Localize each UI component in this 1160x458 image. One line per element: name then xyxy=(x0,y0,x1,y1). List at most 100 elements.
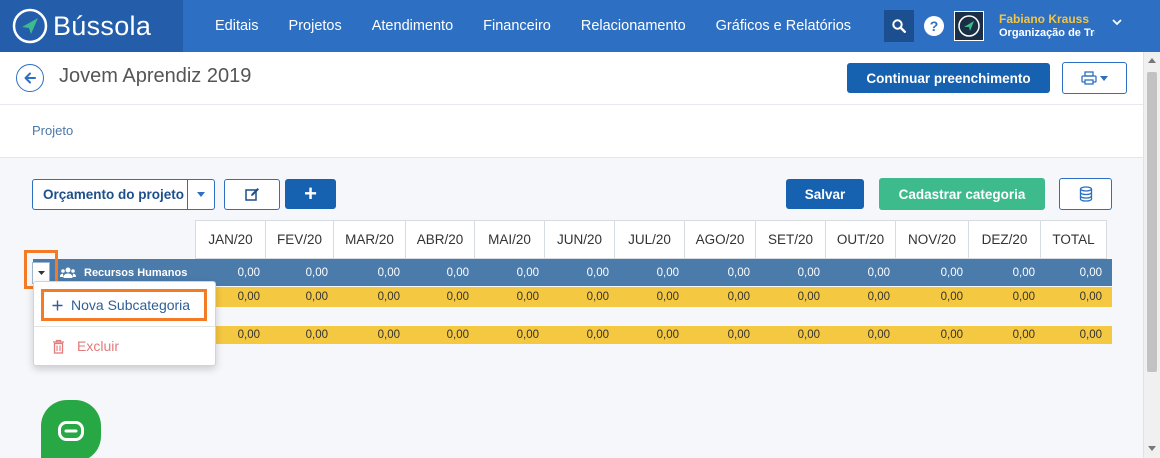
cell-value: 0,00 xyxy=(377,266,400,279)
cell-value: 0,00 xyxy=(1012,266,1035,279)
chevron-down-icon[interactable] xyxy=(1112,18,1122,26)
cell-value: 0,00 xyxy=(797,266,820,279)
page-title: Jovem Aprendiz 2019 xyxy=(59,65,252,87)
nav-editais[interactable]: Editais xyxy=(200,18,274,34)
column-header: OUT/20 xyxy=(826,221,896,258)
arrow-left-icon xyxy=(24,72,36,84)
register-category-button[interactable]: Cadastrar categoria xyxy=(879,178,1045,210)
edit-button[interactable] xyxy=(224,179,280,210)
column-header: TOTAL xyxy=(1052,232,1095,247)
vertical-scrollbar[interactable] xyxy=(1143,52,1160,458)
brand-name: Bússola xyxy=(53,10,152,41)
chat-icon xyxy=(58,421,84,441)
cell-value: 0,00 xyxy=(867,266,890,279)
header-divider xyxy=(0,104,1143,105)
help-icon[interactable]: ? xyxy=(924,16,944,36)
database-button[interactable] xyxy=(1059,178,1112,210)
back-button[interactable] xyxy=(16,64,44,92)
top-navbar: Bússola Editais Projetos Atendimento Fin… xyxy=(0,0,1160,52)
cell-value: 0,00 xyxy=(867,329,890,341)
cell-value: 0,00 xyxy=(305,329,328,341)
column-header: DEZ/20 xyxy=(969,221,1041,258)
cell-value: 0,00 xyxy=(1079,266,1102,279)
cell-value: 0,00 xyxy=(446,329,469,341)
cell-value: 0,00 xyxy=(867,291,890,303)
cell-value: 0,00 xyxy=(656,329,679,341)
add-button[interactable]: + xyxy=(285,179,336,209)
menu-item-delete[interactable]: Excluir xyxy=(52,338,119,354)
category-label: Recursos Humanos xyxy=(84,266,188,279)
edit-icon xyxy=(244,188,259,201)
continue-filling-button[interactable]: Continuar preenchimento xyxy=(847,63,1050,93)
cell-value: 0,00 xyxy=(516,291,539,303)
menu-divider xyxy=(34,326,215,327)
menu-item-label: Nova Subcategoria xyxy=(71,297,191,313)
cell-value: 0,00 xyxy=(1012,291,1035,303)
menu-item-label: Excluir xyxy=(77,338,120,354)
cell-value: 0,00 xyxy=(305,266,328,279)
caret-down-icon xyxy=(37,271,45,275)
cell-value: 0,00 xyxy=(727,329,750,341)
row-actions-menu: Nova Subcategoria Excluir xyxy=(33,281,216,366)
users-icon xyxy=(60,267,76,278)
row-values: 0,00 0,00 0,00 0,00 0,00 0,00 0,00 0,00 … xyxy=(195,326,1107,344)
nav-atendimento[interactable]: Atendimento xyxy=(357,18,468,34)
scroll-thumb[interactable] xyxy=(1147,72,1157,372)
main-nav: Editais Projetos Atendimento Financeiro … xyxy=(200,0,866,52)
column-header: SET/20 xyxy=(756,221,826,258)
nav-projetos[interactable]: Projetos xyxy=(274,18,357,34)
cell-value: 0,00 xyxy=(1079,291,1102,303)
cell-value: 0,00 xyxy=(940,329,963,341)
search-icon xyxy=(892,19,906,33)
brand[interactable]: Bússola xyxy=(0,0,183,52)
nav-relacionamento[interactable]: Relacionamento xyxy=(566,18,701,34)
database-icon xyxy=(1079,186,1092,202)
save-button[interactable]: Salvar xyxy=(786,179,864,209)
row-values: 0,00 0,00 0,00 0,00 0,00 0,00 0,00 0,00 … xyxy=(195,259,1107,286)
cell-value: 0,00 xyxy=(1012,329,1035,341)
cell-value: 0,00 xyxy=(377,291,400,303)
column-header: NOV/20 xyxy=(896,221,969,258)
cell-value: 0,00 xyxy=(656,291,679,303)
budget-select-caret[interactable] xyxy=(187,180,214,209)
column-header: ABR/20 xyxy=(406,221,475,258)
menu-item-new-subcategory[interactable]: Nova Subcategoria xyxy=(41,289,207,321)
printer-icon xyxy=(1081,71,1097,85)
cell-value: 0,00 xyxy=(727,291,750,303)
trash-icon xyxy=(53,339,64,354)
column-header: MAI/20 xyxy=(475,221,545,258)
row-values: 0,00 0,00 0,00 0,00 0,00 0,00 0,00 0,00 … xyxy=(195,287,1107,307)
cell-value: 0,00 xyxy=(727,266,750,279)
column-header: JUN/20 xyxy=(545,221,615,258)
plus-icon xyxy=(52,300,63,310)
search-button[interactable] xyxy=(884,10,914,42)
cell-value: 0,00 xyxy=(516,266,539,279)
print-dropdown-button[interactable] xyxy=(1062,62,1127,94)
cell-value: 0,00 xyxy=(797,291,820,303)
nav-financeiro[interactable]: Financeiro xyxy=(468,18,566,34)
cell-value: 0,00 xyxy=(586,266,609,279)
cell-value: 0,00 xyxy=(377,329,400,341)
user-name[interactable]: Fabiano Krauss xyxy=(999,12,1089,26)
column-header: JAN/20 xyxy=(196,221,266,258)
column-header: FEV/20 xyxy=(266,221,334,258)
budget-select[interactable]: Orçamento do projeto xyxy=(32,179,215,210)
scroll-down-arrow-icon[interactable] xyxy=(1148,446,1156,451)
cell-value: 0,00 xyxy=(1079,329,1102,341)
cell-value: 0,00 xyxy=(940,291,963,303)
user-organization[interactable]: Organização de Tre xyxy=(999,27,1095,39)
cell-value: 0,00 xyxy=(305,291,328,303)
column-header: MAR/20 xyxy=(334,221,406,258)
cell-value: 0,00 xyxy=(797,329,820,341)
chat-button[interactable] xyxy=(41,400,101,458)
column-header: JUL/20 xyxy=(615,221,685,258)
caret-down-icon xyxy=(197,192,205,197)
caret-down-icon xyxy=(1100,75,1108,81)
cell-value: 0,00 xyxy=(656,266,679,279)
cell-value: 0,00 xyxy=(940,266,963,279)
scroll-up-arrow-icon[interactable] xyxy=(1148,58,1156,63)
nav-graficos-relatorios[interactable]: Gráficos e Relatórios xyxy=(701,18,866,34)
avatar[interactable] xyxy=(954,11,984,41)
months-header: JAN/20 FEV/20 MAR/20 ABR/20 MAI/20 JUN/2… xyxy=(195,220,1107,259)
breadcrumb[interactable]: Projeto xyxy=(32,123,73,138)
